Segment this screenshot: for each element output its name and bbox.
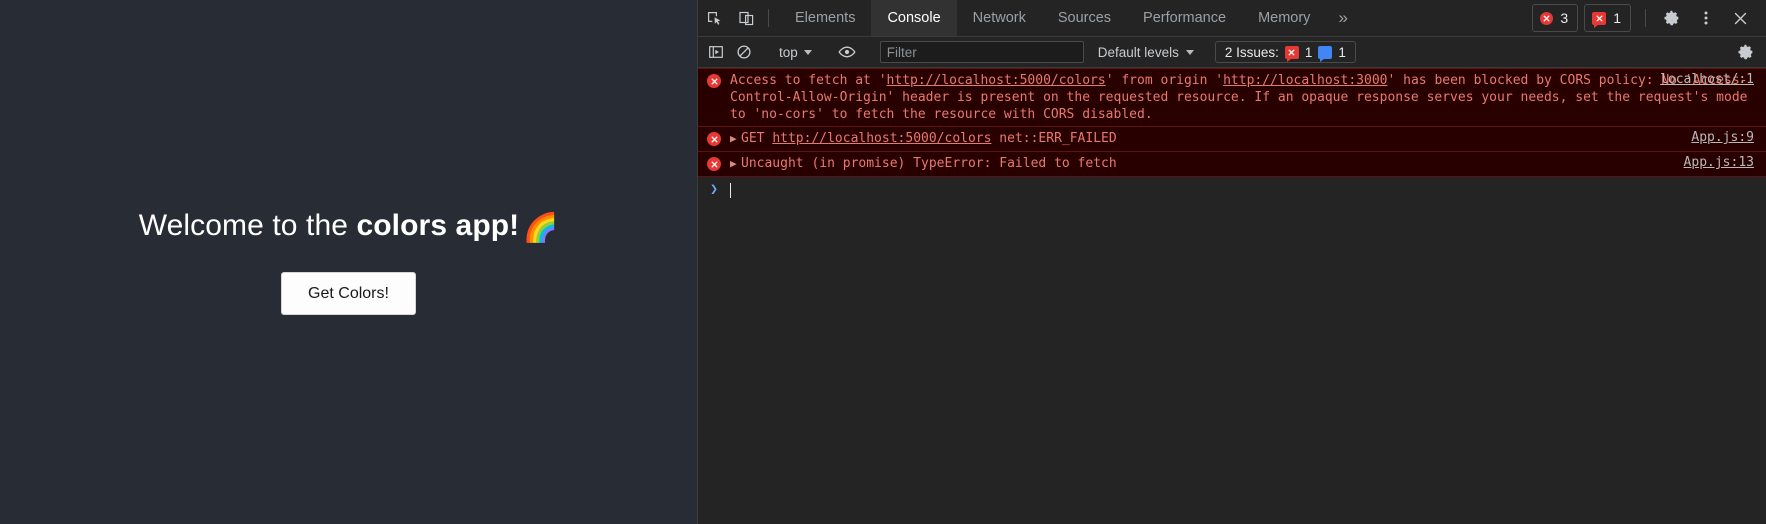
page-content: Welcome to the colors app! 🌈 Get Colors!: [0, 0, 697, 524]
msg-seg-text: net::ERR_FAILED: [991, 131, 1117, 146]
issue-error-icon: [1284, 45, 1299, 62]
live-expression-icon[interactable]: [833, 38, 861, 66]
msg-seg-text: Access to fetch at ': [730, 73, 887, 88]
device-toolbar-icon[interactable]: [730, 0, 762, 36]
error-icon: [698, 155, 730, 173]
error-count-value: 3: [1560, 10, 1569, 26]
issues-error-count: 1: [1304, 44, 1313, 60]
msg-link-fetch-url[interactable]: http://localhost:5000/colors: [887, 73, 1106, 88]
log-levels-selector[interactable]: Default levels: [1090, 45, 1202, 60]
devtools-tabbar-actions: 3 1: [1532, 0, 1766, 36]
welcome-text: Welcome to the: [138, 208, 357, 242]
text-cursor: [730, 183, 731, 198]
console-message-text: ▶ GET http://localhost:5000/colors net::E…: [730, 130, 1766, 148]
issue-count-badge[interactable]: 1: [1584, 4, 1631, 32]
close-icon[interactable]: [1724, 10, 1756, 27]
console-message-source[interactable]: App.js:13: [1684, 155, 1754, 170]
console-message-text: Access to fetch at 'http://localhost:500…: [730, 72, 1766, 123]
app-screenshot: Welcome to the colors app!🌈 Get Colors!: [0, 0, 1766, 524]
issue-info-icon: [1318, 45, 1333, 62]
console-message-row[interactable]: ▶ GET http://localhost:5000/colors net::E…: [698, 127, 1766, 152]
chevron-down-icon: [1185, 49, 1194, 55]
console-message-row[interactable]: Access to fetch at 'http://localhost:500…: [698, 68, 1766, 127]
devtools-tab-list: Elements Console Network Sources Perform…: [779, 0, 1326, 36]
console-log-list: Access to fetch at 'http://localhost:500…: [698, 68, 1766, 524]
page-title: Welcome to the colors app! 🌈: [139, 209, 558, 244]
log-levels-value: Default levels: [1097, 44, 1179, 60]
issue-count-value: 1: [1613, 10, 1621, 26]
devtools-tabbar: Elements Console Network Sources Perform…: [698, 0, 1766, 37]
console-message-source[interactable]: localhost/:1: [1660, 72, 1754, 87]
console-toolbar: top Default levels 2 Issues:: [698, 37, 1766, 68]
rainbow-icon: 🌈: [523, 211, 559, 243]
console-message-source[interactable]: App.js:9: [1691, 130, 1754, 145]
toolbar-divider: [768, 9, 769, 27]
more-tabs-icon[interactable]: »: [1326, 0, 1359, 36]
msg-link-origin-url[interactable]: http://localhost:3000: [1223, 73, 1387, 88]
error-icon: [698, 130, 730, 148]
tabbar-spacer: [1360, 0, 1533, 36]
inspect-element-icon[interactable]: [698, 0, 730, 36]
issues-info-count: 1: [1338, 44, 1346, 60]
error-circle-icon: [707, 132, 721, 146]
clear-console-icon[interactable]: [730, 38, 758, 66]
tab-performance[interactable]: Performance: [1127, 0, 1242, 36]
msg-seg-text: Uncaught (in promise) TypeError: Failed …: [741, 156, 1117, 171]
tab-memory[interactable]: Memory: [1242, 0, 1326, 36]
get-colors-button[interactable]: Get Colors!: [281, 271, 416, 316]
error-icon: [698, 72, 730, 123]
tab-sources[interactable]: Sources: [1042, 0, 1127, 36]
tab-network[interactable]: Network: [957, 0, 1042, 36]
tab-console[interactable]: Console: [871, 0, 957, 36]
error-count-badge[interactable]: 3: [1532, 4, 1579, 32]
error-circle-icon: [707, 157, 721, 171]
chevron-down-icon: [803, 49, 812, 55]
msg-seg-text: ' from origin ': [1105, 73, 1224, 88]
web-page-viewport: Welcome to the colors app! 🌈 Get Colors!: [0, 0, 697, 524]
expand-triangle-icon[interactable]: ▶: [730, 130, 740, 147]
actions-divider: [1645, 9, 1646, 27]
execution-context-selector[interactable]: top: [771, 45, 820, 60]
error-circle-icon: [1540, 11, 1554, 25]
console-message-row[interactable]: ▶ Uncaught (in promise) TypeError: Failed…: [698, 152, 1766, 177]
prompt-arrow-icon: ❯: [710, 182, 718, 197]
console-sidebar-icon[interactable]: [702, 38, 730, 66]
msg-link-request-url[interactable]: http://localhost:5000/colors: [772, 131, 991, 146]
tab-elements[interactable]: Elements: [779, 0, 871, 36]
error-circle-icon: [707, 74, 721, 88]
issues-label: 2 Issues:: [1224, 44, 1279, 60]
devtools-panel: Elements Console Network Sources Perform…: [697, 0, 1766, 524]
more-options-icon[interactable]: [1690, 9, 1722, 27]
issues-summary-button[interactable]: 2 Issues: 1 1: [1214, 41, 1356, 63]
console-prompt[interactable]: ❯: [698, 177, 1766, 199]
welcome-bold-text: colors app!: [356, 208, 520, 242]
execution-context-value: top: [779, 44, 798, 60]
console-message-text: ▶ Uncaught (in promise) TypeError: Failed…: [730, 155, 1766, 173]
console-settings-gear-icon[interactable]: [1732, 38, 1760, 66]
issue-marker-icon: [1592, 11, 1607, 28]
expand-triangle-icon[interactable]: ▶: [730, 155, 740, 172]
filter-input[interactable]: [879, 41, 1084, 63]
msg-seg-text: GET: [741, 131, 773, 146]
gear-icon[interactable]: [1656, 9, 1688, 27]
